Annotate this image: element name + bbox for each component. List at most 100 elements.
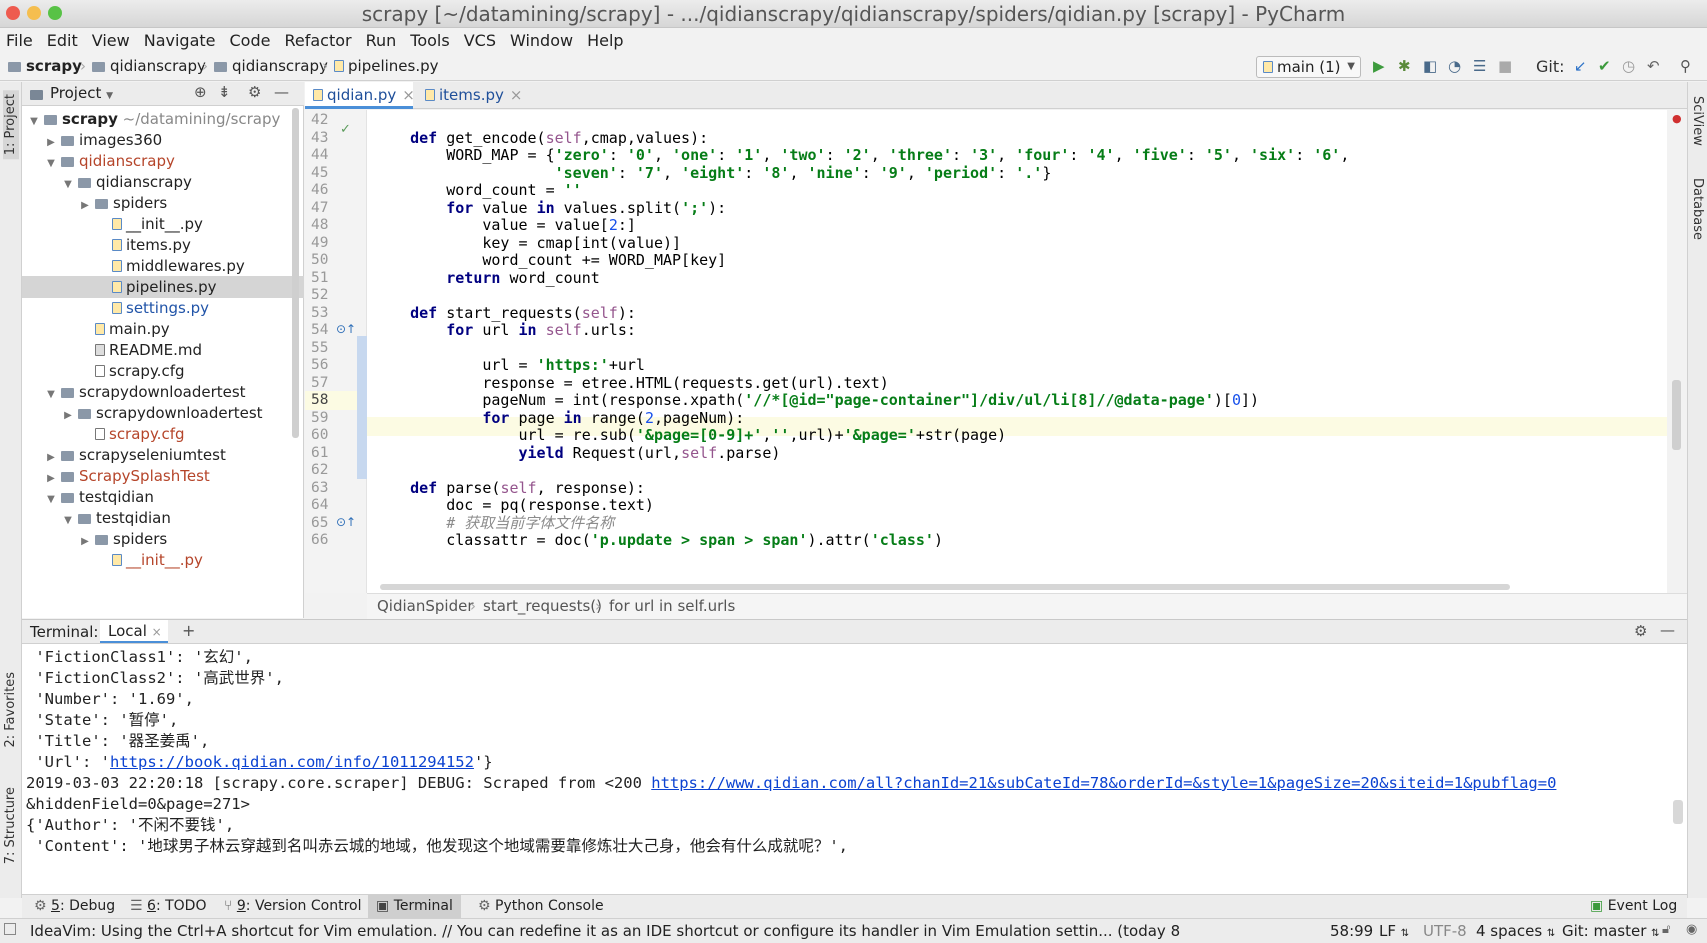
menu-refactor[interactable]: Refactor	[284, 31, 351, 50]
tree-item[interactable]: __init__.py	[22, 549, 304, 571]
hide-panel-icon[interactable]: —	[274, 83, 289, 101]
code-line[interactable]: def get_encode(self,cmap,values):	[374, 129, 708, 148]
code-line[interactable]: for url in self.urls:	[374, 321, 636, 340]
tree-item[interactable]: middlewares.py	[22, 255, 304, 277]
tree-item[interactable]: ▶ spiders	[22, 528, 304, 550]
caret-position[interactable]: 58:99	[1330, 922, 1373, 940]
collapse-all-icon[interactable]: ⇟	[218, 83, 231, 101]
menu-tools[interactable]: Tools	[410, 31, 449, 50]
code-line[interactable]: yield Request(url,self.parse)	[374, 444, 781, 463]
code-line[interactable]: for page in range(2,pageNum):	[374, 409, 744, 428]
code-line[interactable]: 'seven': '7', 'eight': '8', 'nine': '9',…	[374, 164, 1052, 183]
horizontal-scrollbar[interactable]	[380, 584, 1510, 590]
locate-icon[interactable]: ⊕	[194, 83, 207, 101]
history-icon[interactable]: ◷	[1622, 57, 1635, 75]
tool-tab-database[interactable]: Database	[1690, 178, 1705, 240]
tree-item[interactable]: main.py	[22, 318, 304, 340]
tree-item[interactable]: items.py	[22, 234, 304, 256]
event-log-button[interactable]: ▣ Event Log	[1582, 895, 1685, 918]
override-method-icon[interactable]: ⊙↑	[336, 322, 356, 336]
toggle-tool-windows-icon[interactable]	[4, 923, 16, 935]
tool-tab-terminal[interactable]: ▣ Terminal	[368, 895, 461, 918]
menu-edit[interactable]: Edit	[47, 31, 78, 50]
code-line[interactable]: url = re.sub('&page=[0-9]+','',url)+'&pa…	[374, 426, 1006, 445]
new-session-icon[interactable]: +	[182, 621, 195, 640]
menu-help[interactable]: Help	[587, 31, 623, 50]
tool-tab-debug[interactable]: ⚙ 5: Debug	[26, 895, 123, 918]
status-message[interactable]: IdeaVim: Using the Ctrl+A shortcut for V…	[30, 922, 1180, 940]
run-configuration-select[interactable]: main (1) ▼	[1256, 56, 1361, 78]
gear-icon[interactable]: ⚙	[1634, 622, 1647, 640]
code-line[interactable]: doc = pq(response.text)	[374, 496, 654, 515]
search-icon[interactable]: ⚲	[1680, 57, 1691, 75]
tab-items-py[interactable]: items.py ×	[417, 82, 522, 109]
indent-setting[interactable]: 4 spaces ⇅	[1476, 922, 1555, 940]
tree-item[interactable]: ▶ ScrapySplashTest	[22, 465, 304, 487]
nav-crumb-file[interactable]: pipelines.py	[334, 57, 439, 75]
tree-item[interactable]: ▶ scrapyseleniumtest	[22, 444, 304, 466]
menu-vcs[interactable]: VCS	[464, 31, 496, 50]
tree-item[interactable]: ▼ scrapydownloadertest	[22, 381, 304, 403]
revert-icon[interactable]: ↶	[1647, 57, 1660, 75]
close-tab-icon[interactable]: ×	[510, 86, 523, 104]
tree-item[interactable]: settings.py	[22, 297, 304, 319]
tree-item[interactable]: pipelines.py	[22, 276, 304, 298]
tree-item[interactable]: scrapy.cfg	[22, 423, 304, 445]
code-line[interactable]: def start_requests(self):	[374, 304, 636, 323]
tree-item[interactable]: scrapy.cfg	[22, 360, 304, 382]
code-line[interactable]: pageNum = int(response.xpath('//*[@id="p…	[374, 391, 1259, 410]
nav-crumb-project[interactable]: qidianscrapy	[92, 57, 206, 75]
git-update-icon[interactable]: ↙	[1574, 57, 1587, 75]
project-view-select[interactable]: Project ▼	[50, 84, 113, 102]
tool-tab-favorites[interactable]: 2: Favorites	[3, 672, 18, 748]
error-indicator-icon[interactable]: ●	[1672, 112, 1682, 125]
line-separator[interactable]: LF ⇅	[1379, 922, 1409, 940]
lock-icon[interactable]: 🔓︎	[1662, 922, 1670, 937]
terminal-link[interactable]: https://www.qidian.com/all?chanId=21&sub…	[651, 774, 1556, 792]
inspector-icon[interactable]: ◉	[1686, 922, 1697, 937]
terminal-tab-local[interactable]: Local ×	[100, 620, 168, 643]
code-line[interactable]: classattr = doc('p.update > span > span'…	[374, 531, 943, 550]
breadcrumb-loop[interactable]: for url in self.urls	[609, 597, 735, 615]
code-line[interactable]: url = 'https:'+url	[374, 356, 645, 375]
close-tab-icon[interactable]: ×	[152, 625, 162, 639]
breadcrumb-method[interactable]: start_requests()	[483, 597, 602, 615]
code-line[interactable]: word_count = ''	[374, 181, 581, 200]
nav-crumb-package[interactable]: qidianscrapy	[214, 57, 328, 75]
tree-scrollbar[interactable]	[292, 108, 299, 438]
file-encoding[interactable]: UTF-8	[1423, 922, 1467, 940]
tree-item[interactable]: ▶ scrapydownloadertest	[22, 402, 304, 424]
tree-item[interactable]: ▶ images360	[22, 129, 304, 151]
menu-window[interactable]: Window	[510, 31, 573, 50]
code-line[interactable]: word_count += WORD_MAP[key]	[374, 251, 726, 270]
tree-item[interactable]: ▶ spiders	[22, 192, 304, 214]
tool-tab-python-console[interactable]: ⚙ Python Console	[470, 895, 612, 918]
editor-scrollbar[interactable]	[1672, 380, 1681, 450]
menu-code[interactable]: Code	[230, 31, 271, 50]
tab-qidian-py[interactable]: qidian.py ×	[305, 82, 415, 109]
code-line[interactable]: WORD_MAP = {'zero': '0', 'one': '1', 'tw…	[374, 146, 1349, 165]
tool-tab-version-control[interactable]: ⑂ 9: Version Control	[216, 895, 370, 918]
tree-item[interactable]: ▼ scrapy ~/datamining/scrapy	[22, 108, 304, 130]
menu-file[interactable]: File	[6, 31, 33, 50]
hide-panel-icon[interactable]: —	[1660, 621, 1675, 639]
code-line[interactable]: key = cmap[int(value)]	[374, 234, 681, 253]
code-line[interactable]: for value in values.split(';'):	[374, 199, 726, 218]
tree-item[interactable]: __init__.py	[22, 213, 304, 235]
menu-run[interactable]: Run	[366, 31, 397, 50]
code-line[interactable]: value = value[2:]	[374, 216, 636, 235]
tree-item[interactable]: README.md	[22, 339, 304, 361]
tool-tab-structure[interactable]: 7: Structure	[3, 787, 18, 864]
tree-item[interactable]: ▼ testqidian	[22, 486, 304, 508]
breadcrumb-class[interactable]: QidianSpider	[377, 597, 474, 615]
coverage-icon[interactable]: ◧	[1423, 57, 1437, 75]
tree-item[interactable]: ▼ qidianscrapy	[22, 150, 304, 172]
tool-tab-project[interactable]: 1: Project	[3, 90, 19, 160]
git-commit-icon[interactable]: ✔	[1598, 57, 1611, 75]
debug-icon[interactable]: ✱	[1398, 57, 1411, 75]
tool-tab-sciview[interactable]: SciView	[1690, 96, 1705, 146]
code-line[interactable]: # 获取当前字体文件名称	[374, 514, 614, 533]
gear-icon[interactable]: ⚙	[248, 83, 261, 101]
run-icon[interactable]: ▶	[1373, 57, 1385, 75]
stop-icon[interactable]: ■	[1498, 57, 1512, 75]
